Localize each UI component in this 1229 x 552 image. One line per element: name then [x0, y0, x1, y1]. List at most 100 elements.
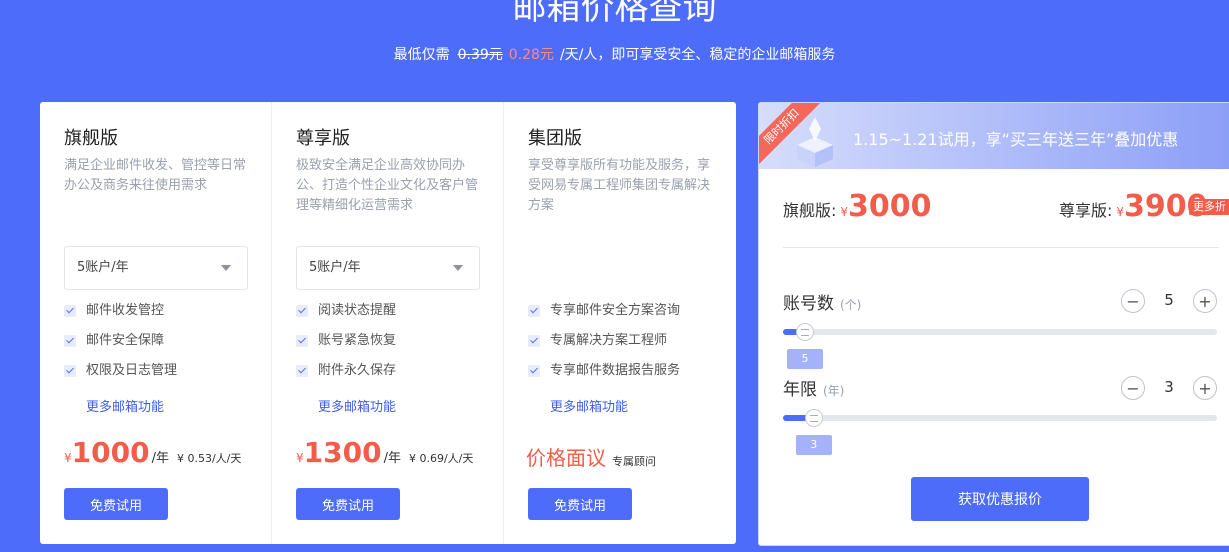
- plan-flagship: 旗舰版 满足企业邮件收发、管控等日常办公及商务来往使用需求 5账户/年 邮件收发…: [40, 102, 272, 544]
- years-minus-button[interactable]: −: [1121, 376, 1145, 400]
- years-slider-tooltip: 3: [795, 435, 832, 455]
- caret-down-icon: [453, 265, 463, 271]
- plan-description: 满足企业邮件收发、管控等日常办公及商务来往使用需求: [64, 158, 247, 193]
- feature-label: 权限及日志管理: [86, 363, 178, 378]
- years-slider[interactable]: [783, 409, 1217, 427]
- account-select-value: 5账户/年: [77, 260, 129, 275]
- accounts-label: 账号数 (个): [783, 289, 861, 314]
- more-features-link[interactable]: 更多邮箱功能: [550, 396, 628, 415]
- promo-banner: 限时折扣 1.15~1.21试用，享“买三年送三年”叠加优惠: [759, 103, 1229, 169]
- more-discount-tag[interactable]: 更多折: [1189, 199, 1229, 215]
- price-unit: /年: [383, 451, 401, 466]
- price-value: 1300: [303, 436, 382, 469]
- quote-flagship: 旗舰版: ¥3000: [783, 189, 932, 224]
- account-select[interactable]: 5账户/年: [64, 246, 248, 290]
- years-stepper: − 3 +: [1121, 376, 1217, 400]
- accounts-label-text: 账号数: [783, 294, 834, 314]
- plan-price: ¥1300/年 ¥ 0.69/人/天: [296, 436, 473, 469]
- feature-list: 专享邮件安全方案咨询 专属解决方案工程师 专享邮件数据报告服务: [528, 302, 680, 392]
- check-icon: [64, 305, 76, 317]
- accounts-minus-button[interactable]: −: [1121, 289, 1145, 313]
- check-icon: [528, 335, 540, 347]
- feature-item: 阅读状态提醒: [296, 302, 396, 332]
- check-icon: [296, 305, 308, 317]
- feature-label: 邮件安全保障: [86, 333, 165, 348]
- quote-summary: 旗舰版: ¥3000 尊享版: ¥3900: [783, 189, 1223, 233]
- check-icon: [296, 365, 308, 377]
- quote-currency: ¥: [1116, 205, 1125, 219]
- plan-name: 旗舰版: [64, 128, 118, 149]
- caret-down-icon: [221, 265, 231, 271]
- feature-label: 邮件收发管控: [86, 303, 165, 318]
- feature-label: 账号紧急恢复: [318, 333, 397, 348]
- feature-label: 专属解决方案工程师: [550, 333, 668, 348]
- feature-list: 阅读状态提醒 账号紧急恢复 附件永久保存: [296, 302, 396, 392]
- quote-label: 尊享版:: [1059, 201, 1113, 220]
- price-currency: ¥: [296, 451, 304, 465]
- years-slider-handle[interactable]: [804, 409, 823, 427]
- plan-name: 尊享版: [296, 128, 350, 149]
- feature-list: 邮件收发管控 邮件安全保障 权限及日志管理: [64, 302, 177, 392]
- price-unit: /年: [151, 451, 169, 466]
- subtitle-suffix: /天/人，即可享受安全、稳定的企业邮箱服务: [559, 47, 836, 63]
- plan-description: 极致安全满足企业高效协同办公、打造个性企业文化及客户管理等精细化运营需求: [296, 158, 479, 213]
- price-currency: ¥: [64, 451, 72, 465]
- accounts-slider-handle[interactable]: [796, 323, 815, 341]
- check-icon: [528, 305, 540, 317]
- accounts-stepper: − 5 +: [1121, 289, 1217, 313]
- more-features-link[interactable]: 更多邮箱功能: [86, 396, 164, 415]
- consultant-label: 专属顾问: [612, 455, 656, 468]
- years-plus-button[interactable]: +: [1193, 376, 1217, 400]
- feature-item: 专属解决方案工程师: [528, 332, 680, 362]
- promo-text: 1.15~1.21试用，享“买三年送三年”叠加优惠: [853, 130, 1179, 149]
- account-select[interactable]: 5账户/年: [296, 246, 480, 290]
- page-title: 邮箱价格查询: [512, 0, 717, 28]
- years-label: 年限 (年): [783, 375, 844, 400]
- plan-description: 享受尊享版所有功能及服务，享受网易专属工程师集团专属解决方案: [528, 158, 711, 213]
- plan-premium: 尊享版 极致安全满足企业高效协同办公、打造个性企业文化及客户管理等精细化运营需求…: [272, 102, 504, 544]
- plan-price: 价格面议 专属顾问: [526, 442, 656, 471]
- quote-premium: 尊享版: ¥3900: [1059, 189, 1208, 224]
- feature-item: 专享邮件数据报告服务: [528, 362, 680, 392]
- feature-item: 邮件收发管控: [64, 302, 177, 332]
- price-negotiable: 价格面议: [526, 446, 606, 470]
- check-icon: [64, 335, 76, 347]
- check-icon: [64, 365, 76, 377]
- feature-label: 专享邮件数据报告服务: [550, 363, 681, 378]
- daily-price: ¥ 0.53/人/天: [176, 452, 242, 465]
- quote-label: 旗舰版:: [783, 201, 837, 220]
- plan-name: 集团版: [528, 128, 582, 149]
- years-label-text: 年限: [783, 380, 817, 400]
- plan-group: 集团版 享受尊享版所有功能及服务，享受网易专属工程师集团专属解决方案 专享邮件安…: [504, 102, 736, 544]
- feature-item: 邮件安全保障: [64, 332, 177, 362]
- feature-label: 阅读状态提醒: [318, 303, 397, 318]
- account-select-value: 5账户/年: [309, 260, 361, 275]
- more-features-link[interactable]: 更多邮箱功能: [318, 396, 396, 415]
- accounts-slider[interactable]: [783, 323, 1217, 341]
- daily-price: ¥ 0.69/人/天: [408, 452, 474, 465]
- plan-price: ¥1000/年 ¥ 0.53/人/天: [64, 436, 241, 469]
- free-trial-button[interactable]: 免费试用: [64, 488, 168, 520]
- page-subtitle: 最低仅需 0.39元 0.28元/天/人，即可享受安全、稳定的企业邮箱服务: [0, 45, 1229, 65]
- feature-label: 专享邮件安全方案咨询: [550, 303, 681, 318]
- accounts-unit: (个): [840, 298, 862, 312]
- feature-item: 专享邮件安全方案咨询: [528, 302, 680, 332]
- new-price: 0.28元: [508, 47, 554, 63]
- accounts-plus-button[interactable]: +: [1193, 289, 1217, 313]
- accounts-value: 5: [1164, 291, 1174, 309]
- free-trial-button[interactable]: 免费试用: [296, 488, 400, 520]
- price-calculator: 限时折扣 1.15~1.21试用，享“买三年送三年”叠加优惠 旗舰版: ¥3000…: [758, 102, 1229, 546]
- quote-value: 3000: [848, 189, 932, 224]
- feature-item: 权限及日志管理: [64, 362, 177, 392]
- feature-item: 附件永久保存: [296, 362, 396, 392]
- accounts-slider-tooltip: 5: [787, 349, 824, 369]
- free-trial-button[interactable]: 免费试用: [528, 488, 632, 520]
- years-unit: (年): [823, 384, 845, 398]
- quote-currency: ¥: [840, 205, 849, 219]
- check-icon: [528, 365, 540, 377]
- subtitle-prefix: 最低仅需: [393, 47, 450, 63]
- get-quote-button[interactable]: 获取优惠报价: [911, 477, 1089, 521]
- feature-label: 附件永久保存: [318, 363, 397, 378]
- plans-panel: 旗舰版 满足企业邮件收发、管控等日常办公及商务来往使用需求 5账户/年 邮件收发…: [40, 102, 736, 544]
- feature-item: 账号紧急恢复: [296, 332, 396, 362]
